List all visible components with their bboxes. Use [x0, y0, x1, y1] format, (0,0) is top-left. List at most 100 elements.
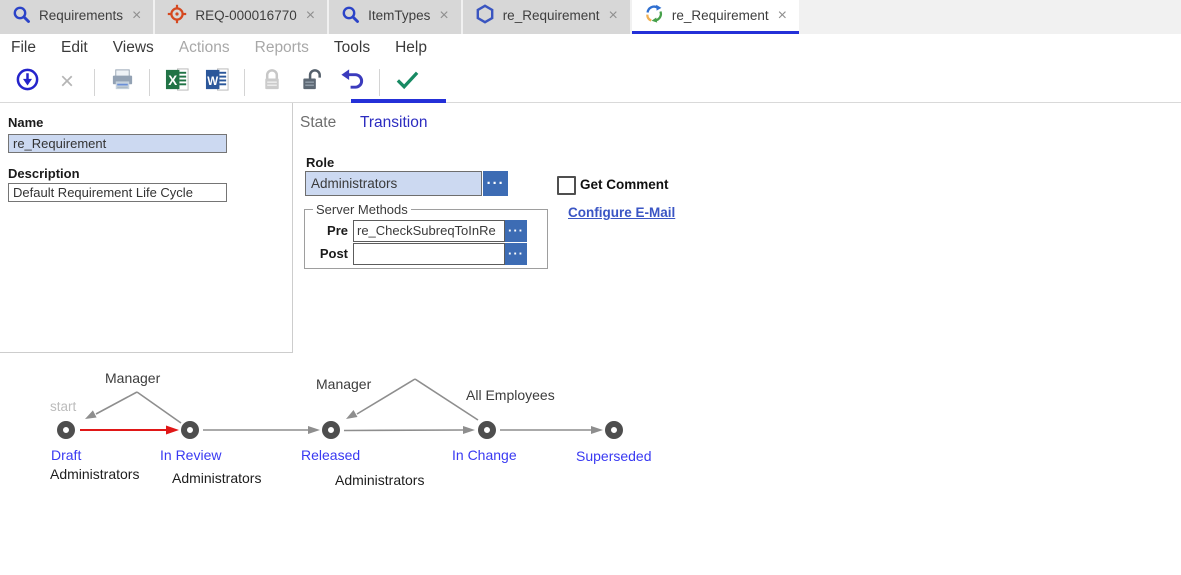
name-label: Name [8, 115, 43, 130]
tab-label: REQ-000016770 [195, 8, 296, 23]
arrowhead-icon [463, 426, 475, 434]
toolbar-separator [149, 69, 150, 96]
search-icon [341, 5, 360, 27]
get-comment-checkbox[interactable] [557, 176, 576, 195]
apply-button[interactable] [393, 67, 421, 97]
tab-transition[interactable]: Transition [360, 114, 427, 132]
toolbar: × X W [0, 62, 1181, 103]
server-methods-group: Server Methods Pre ··· Post ··· [304, 209, 548, 269]
tab-state[interactable]: State [300, 114, 336, 132]
cancel-button: × [53, 67, 81, 97]
state-node-draft[interactable] [60, 424, 72, 436]
transition-inreview-draft[interactable] [96, 392, 137, 414]
menu-reports: Reports [255, 39, 309, 57]
arrowhead-icon [85, 410, 97, 419]
pre-method-picker-button[interactable]: ··· [505, 220, 527, 242]
export-excel-button[interactable]: X [163, 67, 191, 97]
description-field[interactable] [8, 183, 227, 202]
close-icon[interactable]: × [778, 8, 787, 24]
excel-icon: X [165, 67, 190, 97]
pre-label: Pre [305, 223, 353, 238]
menu-file[interactable]: File [11, 39, 36, 57]
target-icon [167, 4, 187, 27]
state-node-released[interactable] [325, 424, 337, 436]
name-field[interactable] [8, 134, 227, 153]
menu-actions: Actions [179, 39, 230, 57]
state-label-draft: Draft [51, 447, 81, 463]
menu-views[interactable]: Views [113, 39, 154, 57]
transition-role-label: Manager [316, 376, 371, 392]
arrowhead-icon [308, 426, 320, 434]
post-method-field[interactable] [353, 243, 505, 265]
save-button[interactable] [13, 67, 41, 97]
server-methods-legend: Server Methods [313, 202, 411, 217]
pre-method-field[interactable] [353, 220, 505, 242]
lifecycle-icon [644, 4, 664, 27]
transition-role-label: All Employees [466, 387, 555, 403]
tab-requirements[interactable]: Requirements × [0, 0, 153, 34]
transition-released-inchange[interactable] [344, 430, 463, 431]
state-node-superseded[interactable] [608, 424, 620, 436]
tab-label: Requirements [39, 8, 123, 23]
tab-itemtype-re-requirement[interactable]: re_Requirement × [463, 0, 630, 34]
undo-icon [340, 67, 365, 97]
arrowhead-icon [166, 426, 179, 435]
transition-role-label: Administrators [50, 466, 139, 482]
get-comment-label: Get Comment [580, 177, 669, 192]
post-label: Post [305, 246, 353, 261]
configure-email-link[interactable]: Configure E-Mail [568, 205, 675, 220]
transition-role-label: Administrators [172, 470, 261, 486]
tab-lifecycle-re-requirement[interactable]: re_Requirement × [632, 0, 799, 34]
unlock-button[interactable] [298, 67, 326, 97]
svg-text:W: W [207, 76, 218, 88]
tab-itemtypes[interactable]: ItemTypes × [329, 0, 461, 34]
tab-req-item[interactable]: REQ-000016770 × [155, 0, 327, 34]
close-icon[interactable]: × [132, 8, 141, 24]
close-icon[interactable]: × [306, 8, 315, 24]
state-label-inchange: In Change [452, 447, 517, 463]
role-field-row: ··· [305, 171, 508, 196]
search-icon [12, 5, 31, 27]
transition-role-label: Manager [105, 370, 160, 386]
transition-role-label: Administrators [335, 472, 424, 488]
close-icon[interactable]: × [439, 8, 448, 24]
export-word-button[interactable]: W [203, 67, 231, 97]
state-label-superseded: Superseded [576, 448, 652, 464]
toolbar-separator [379, 69, 380, 96]
lock-open-icon [299, 67, 325, 97]
toolbar-separator [94, 69, 95, 96]
check-icon [394, 67, 421, 97]
role-picker-button[interactable]: ··· [483, 171, 508, 196]
state-node-inreview[interactable] [184, 424, 196, 436]
print-button[interactable] [108, 67, 136, 97]
close-icon: × [60, 70, 74, 94]
state-label-inreview: In Review [160, 447, 221, 463]
pre-method-row: Pre ··· [305, 219, 547, 242]
state-node-inchange[interactable] [481, 424, 493, 436]
close-icon[interactable]: × [609, 8, 618, 24]
post-method-picker-button[interactable]: ··· [505, 243, 527, 265]
post-method-row: Post ··· [305, 242, 547, 265]
menu-help[interactable]: Help [395, 39, 427, 57]
transition-detail-panel: State Transition Role ··· Get Comment Se… [294, 103, 1180, 353]
save-icon [15, 67, 40, 97]
ellipsis-icon: ··· [508, 246, 524, 261]
svg-text:X: X [168, 73, 177, 88]
menu-tools[interactable]: Tools [334, 39, 370, 57]
role-label: Role [306, 155, 334, 170]
lifecycle-form-panel: Name Description [0, 103, 293, 353]
printer-icon [110, 67, 135, 97]
arrowhead-icon [591, 426, 603, 434]
state-label-released: Released [301, 447, 360, 463]
arrowhead-icon [346, 410, 358, 419]
tab-label: re_Requirement [672, 8, 769, 23]
role-field[interactable] [305, 171, 482, 196]
transition-inreview-draft[interactable] [137, 392, 181, 423]
ellipsis-icon: ··· [487, 175, 505, 192]
menu-edit[interactable]: Edit [61, 39, 88, 57]
undo-button[interactable] [338, 67, 366, 97]
tab-label: ItemTypes [368, 8, 430, 23]
application-window: Requirements × REQ-000016770 × ItemTypes… [0, 0, 1181, 575]
start-label: start [50, 399, 76, 414]
menu-bar: File Edit Views Actions Reports Tools He… [0, 34, 1181, 62]
